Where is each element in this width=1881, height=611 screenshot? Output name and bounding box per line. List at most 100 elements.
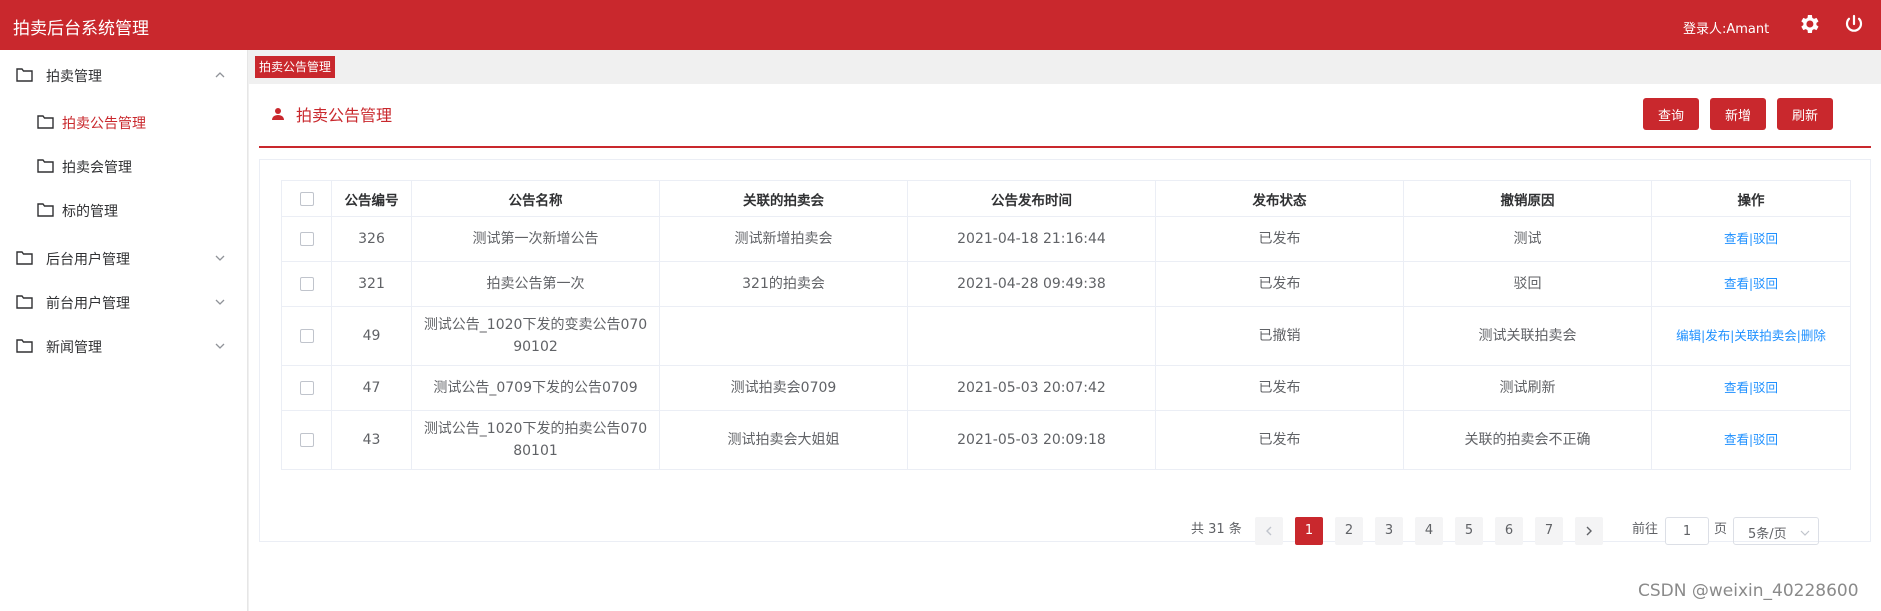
page-button[interactable]: 7 — [1535, 517, 1563, 545]
sidebar-item-auction-notice[interactable]: 拍卖公告管理 — [0, 102, 248, 142]
cell-status: 已发布 — [1155, 410, 1404, 470]
cell-id: 43 — [331, 410, 412, 470]
cell-time: 2021-04-18 21:16:44 — [907, 216, 1156, 262]
folder-icon — [37, 158, 54, 173]
user-icon — [271, 107, 285, 121]
page-size-value: 5条/页 — [1748, 527, 1787, 542]
query-button[interactable]: 查询 — [1643, 98, 1699, 130]
notice-table: 公告编号 公告名称 关联的拍卖会 公告发布时间 发布状态 撤销原因 操作 326… — [281, 180, 1851, 470]
page-button[interactable]: 1 — [1295, 517, 1323, 545]
sidebar: 拍卖管理 拍卖公告管理 拍卖会管理 标的管理 后台用户管理 前台用户管理 新闻管… — [0, 50, 248, 611]
column-header: 发布状态 — [1155, 180, 1404, 217]
page-button[interactable]: 5 — [1455, 517, 1483, 545]
row-checkbox[interactable] — [299, 329, 314, 343]
sidebar-item-backend-users[interactable]: 后台用户管理 — [0, 238, 248, 278]
gear-icon[interactable] — [1797, 12, 1821, 36]
edit-link[interactable]: 编辑 — [1676, 328, 1701, 343]
folder-icon — [16, 250, 33, 265]
top-header: 拍卖后台系统管理 登录人:Amant — [0, 0, 1881, 50]
sidebar-item-label: 前台用户管理 — [46, 296, 130, 312]
select-all-checkbox[interactable] — [299, 191, 314, 206]
page-button[interactable]: 2 — [1335, 517, 1363, 545]
page-suffix-label: 页 — [1714, 522, 1728, 537]
column-header: 操作 — [1651, 180, 1851, 217]
cell-reason: 测试 — [1403, 216, 1652, 262]
sidebar-item-label: 标的管理 — [62, 204, 118, 220]
chevron-down-icon — [214, 296, 226, 308]
cell-operations: 查看|驳回 — [1651, 410, 1851, 470]
sidebar-item-label: 拍卖公告管理 — [62, 116, 146, 132]
reject-link[interactable]: 驳回 — [1753, 432, 1778, 447]
cell-name: 测试公告_1020下发的变卖公告07090102 — [411, 306, 660, 366]
cell-auction: 321的拍卖会 — [659, 261, 908, 307]
add-button[interactable]: 新增 — [1710, 98, 1766, 130]
page-button[interactable]: 4 — [1415, 517, 1443, 545]
table-row: 49 测试公告_1020下发的变卖公告07090102 已撤销 测试关联拍卖会 … — [281, 306, 1851, 366]
delete-link[interactable]: 删除 — [1801, 328, 1826, 343]
cell-operations: 查看|驳回 — [1651, 365, 1851, 411]
login-user-label: 登录人:Amant — [1683, 22, 1770, 37]
sidebar-item-label: 拍卖会管理 — [62, 160, 132, 176]
view-link[interactable]: 查看 — [1724, 432, 1749, 447]
reject-link[interactable]: 驳回 — [1753, 231, 1778, 246]
next-page-button[interactable] — [1575, 517, 1603, 545]
folder-icon — [37, 202, 54, 217]
row-checkbox[interactable] — [299, 277, 314, 291]
cell-status: 已发布 — [1155, 365, 1404, 411]
reject-link[interactable]: 驳回 — [1753, 276, 1778, 291]
sidebar-item-auction-management[interactable]: 拍卖管理 — [0, 55, 248, 95]
table-header-row: 公告编号 公告名称 关联的拍卖会 公告发布时间 发布状态 撤销原因 操作 — [281, 180, 1851, 217]
row-checkbox[interactable] — [299, 433, 314, 447]
publish-link[interactable]: 发布 — [1705, 328, 1730, 343]
column-header: 撤销原因 — [1403, 180, 1652, 217]
cell-id: 321 — [331, 261, 412, 307]
cell-id: 326 — [331, 216, 412, 262]
prev-page-button[interactable] — [1255, 517, 1283, 545]
table-row: 326 测试第一次新增公告 测试新增拍卖会 2021-04-18 21:16:4… — [281, 216, 1851, 262]
page-title: 拍卖公告管理 — [296, 106, 393, 125]
view-link[interactable]: 查看 — [1724, 276, 1749, 291]
cell-time: 2021-05-03 20:07:42 — [907, 365, 1156, 411]
page-button[interactable]: 6 — [1495, 517, 1523, 545]
sidebar-item-news[interactable]: 新闻管理 — [0, 326, 248, 366]
reject-link[interactable]: 驳回 — [1753, 380, 1778, 395]
sidebar-item-lot-management[interactable]: 标的管理 — [0, 190, 248, 230]
column-header: 公告发布时间 — [907, 180, 1156, 217]
sidebar-item-frontend-users[interactable]: 前台用户管理 — [0, 282, 248, 322]
cell-status: 已撤销 — [1155, 306, 1404, 366]
chevron-down-icon — [214, 340, 226, 352]
select-all-cell — [281, 180, 332, 217]
table-row: 321 拍卖公告第一次 321的拍卖会 2021-04-28 09:49:38 … — [281, 261, 1851, 307]
cell-reason: 测试关联拍卖会 — [1403, 306, 1652, 366]
column-header: 关联的拍卖会 — [659, 180, 908, 217]
page-size-select[interactable]: 5条/页 — [1733, 517, 1819, 545]
row-checkbox[interactable] — [299, 232, 314, 246]
view-link[interactable]: 查看 — [1724, 231, 1749, 246]
cell-operations: 编辑|发布|关联拍卖会|删除 — [1651, 306, 1851, 366]
main-content: 拍卖公告管理 拍卖公告管理 查询 新增 刷新 公告编号 公告名称 关联的拍卖会 … — [249, 50, 1881, 611]
chevron-down-icon — [214, 252, 226, 264]
cell-operations: 查看|驳回 — [1651, 216, 1851, 262]
sidebar-item-auction-session[interactable]: 拍卖会管理 — [0, 146, 248, 186]
cell-reason: 测试刷新 — [1403, 365, 1652, 411]
cell-name: 测试公告_1020下发的拍卖公告07080101 — [411, 410, 660, 470]
cell-name: 拍卖公告第一次 — [411, 261, 660, 307]
cell-auction — [659, 306, 908, 366]
power-icon[interactable] — [1842, 12, 1866, 36]
row-checkbox[interactable] — [299, 381, 314, 395]
cell-id: 47 — [331, 365, 412, 411]
cell-reason: 驳回 — [1403, 261, 1652, 307]
cell-time: 2021-04-28 09:49:38 — [907, 261, 1156, 307]
column-header: 公告编号 — [331, 180, 412, 217]
table-row: 47 测试公告_0709下发的公告0709 测试拍卖会0709 2021-05-… — [281, 365, 1851, 411]
cell-name: 测试第一次新增公告 — [411, 216, 660, 262]
cell-id: 49 — [331, 306, 412, 366]
chevron-up-icon — [214, 69, 226, 81]
sidebar-item-label: 后台用户管理 — [46, 252, 130, 268]
view-link[interactable]: 查看 — [1724, 380, 1749, 395]
page-button[interactable]: 3 — [1375, 517, 1403, 545]
tab-auction-notice[interactable]: 拍卖公告管理 — [255, 56, 336, 78]
link-auction-link[interactable]: 关联拍卖会 — [1734, 328, 1797, 343]
goto-page-input[interactable] — [1665, 517, 1709, 545]
refresh-button[interactable]: 刷新 — [1777, 98, 1833, 130]
